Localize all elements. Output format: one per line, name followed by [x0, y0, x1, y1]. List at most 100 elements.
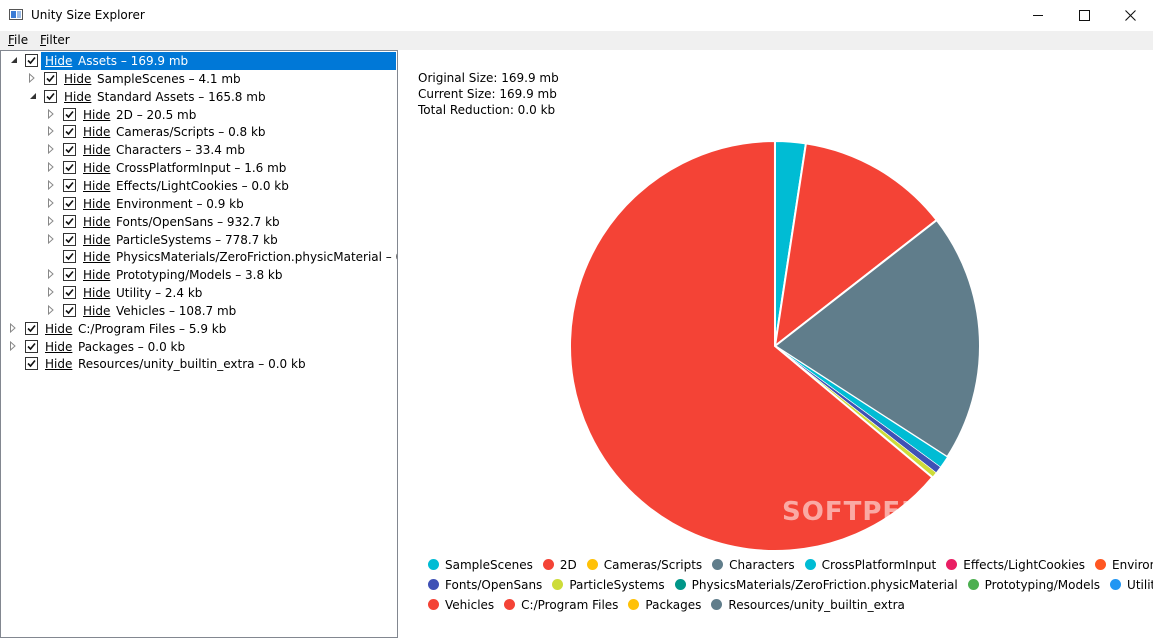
maximize-button[interactable]	[1061, 0, 1107, 31]
include-checkbox[interactable]	[44, 89, 57, 103]
minimize-icon	[1033, 15, 1043, 16]
expand-arrow-icon[interactable]	[48, 304, 54, 315]
tree-row[interactable]: Hide PhysicsMaterials/ZeroFriction.physic…	[1, 248, 397, 266]
expand-arrow-icon[interactable]	[48, 197, 54, 208]
hide-link[interactable]: Hide	[45, 340, 72, 354]
tree-row[interactable]: Hide Utility – 2.4 kb	[1, 284, 397, 302]
hide-link[interactable]: Hide	[83, 215, 110, 229]
include-checkbox[interactable]	[63, 125, 76, 139]
include-checkbox[interactable]	[63, 143, 76, 157]
include-checkbox[interactable]	[63, 214, 76, 228]
expand-arrow-icon[interactable]	[48, 108, 54, 119]
tree-row-label: PhysicsMaterials/ZeroFriction.physicMate…	[116, 250, 397, 265]
tree-row[interactable]: Hide Standard Assets – 165.8 mb	[1, 88, 397, 106]
tree-row[interactable]: Hide Fonts/OpenSans – 932.7 kb	[1, 213, 397, 231]
checkmark-icon	[65, 181, 74, 190]
include-checkbox[interactable]	[63, 107, 76, 121]
hide-link[interactable]: Hide	[83, 161, 110, 175]
tree-row[interactable]: Hide 2D – 20.5 mb	[1, 106, 397, 124]
checkmark-icon	[46, 92, 55, 100]
expand-arrow-icon[interactable]	[48, 126, 54, 137]
hide-link[interactable]: Hide	[64, 72, 91, 86]
tree-row-label: C:/Program Files – 5.9 kb	[78, 321, 227, 336]
menu-file[interactable]: File	[8, 33, 28, 47]
tree-row[interactable]: Hide ParticleSystems – 778.7 kb	[1, 231, 397, 249]
tree-row-label: Utility – 2.4 kb	[116, 286, 203, 301]
hide-link[interactable]: Hide	[83, 143, 110, 157]
tree-row[interactable]: Hide Characters – 33.4 mb	[1, 141, 397, 159]
hide-link[interactable]: Hide	[83, 108, 110, 122]
checkmark-icon	[27, 342, 36, 350]
tree-row-label: Packages – 0.0 kb	[78, 339, 186, 354]
legend-label: Effects/LightCookies	[963, 558, 1086, 572]
expand-arrow-icon[interactable]	[48, 269, 54, 280]
hide-link[interactable]: Hide	[45, 357, 72, 371]
include-checkbox[interactable]	[44, 71, 57, 85]
legend-swatch	[967, 579, 979, 590]
include-checkbox[interactable]	[25, 54, 38, 67]
asset-tree[interactable]: Hide Assets – 169.9 mb Hide SampleScenes – …	[0, 50, 398, 638]
include-checkbox[interactable]	[63, 232, 76, 246]
hide-link[interactable]: Hide	[83, 197, 110, 211]
include-checkbox[interactable]	[25, 357, 38, 371]
expand-arrow-icon[interactable]	[48, 162, 54, 173]
hide-link[interactable]: Hide	[83, 304, 110, 318]
expand-arrow-icon[interactable]	[29, 72, 35, 83]
checkmark-icon	[65, 253, 74, 261]
tree-row[interactable]: Hide Vehicles – 108.7 mb	[1, 302, 397, 320]
include-checkbox[interactable]	[63, 268, 76, 282]
expand-arrow-icon[interactable]	[48, 233, 54, 244]
legend-swatch	[674, 579, 686, 590]
legend-label: CrossPlatformInput	[821, 558, 937, 572]
expand-arrow-icon[interactable]	[48, 215, 54, 226]
collapse-arrow-icon[interactable]	[10, 55, 17, 65]
hide-link[interactable]: Hide	[83, 268, 110, 282]
tree-row[interactable]: Hide Assets – 169.9 mb	[1, 52, 397, 70]
include-checkbox[interactable]	[63, 161, 76, 175]
close-button[interactable]	[1107, 0, 1153, 31]
expand-arrow-icon[interactable]	[48, 179, 54, 190]
hide-link[interactable]: Hide	[83, 250, 110, 264]
menu-filter[interactable]: Filter	[40, 33, 70, 47]
expand-arrow-icon[interactable]	[48, 287, 54, 298]
tree-row[interactable]: Hide Packages – 0.0 kb	[1, 338, 397, 356]
legend-label: Resources/unity_builtin_extra	[728, 598, 905, 612]
hide-link[interactable]: Hide	[83, 179, 110, 193]
hide-link[interactable]: Hide	[45, 54, 72, 68]
tree-row-label: Fonts/OpenSans – 932.7 kb	[116, 214, 280, 229]
tree-row[interactable]: Hide C:/Program Files – 5.9 kb	[1, 320, 397, 338]
legend-label: Prototyping/Models	[984, 578, 1101, 592]
legend-item: SampleScenes	[428, 558, 533, 572]
tree-row[interactable]: Hide Effects/LightCookies – 0.0 kb	[1, 177, 397, 195]
checkmark-icon	[46, 74, 55, 83]
checkmark-icon	[65, 306, 74, 315]
hide-link[interactable]: Hide	[83, 286, 110, 300]
legend-label: Characters	[729, 558, 795, 572]
include-checkbox[interactable]	[63, 303, 76, 317]
include-checkbox[interactable]	[63, 178, 76, 192]
include-checkbox[interactable]	[63, 196, 76, 210]
tree-row[interactable]: Hide Prototyping/Models – 3.8 kb	[1, 266, 397, 284]
hide-link[interactable]: Hide	[83, 125, 110, 139]
hide-link[interactable]: Hide	[83, 233, 110, 247]
tree-row[interactable]: Hide Environment – 0.9 kb	[1, 195, 397, 213]
include-checkbox[interactable]	[63, 286, 76, 300]
include-checkbox[interactable]	[25, 321, 38, 335]
minimize-button[interactable]	[1015, 0, 1061, 31]
legend-swatch	[712, 559, 724, 570]
hide-link[interactable]: Hide	[64, 90, 91, 104]
hide-link[interactable]: Hide	[45, 322, 72, 336]
legend-label: Fonts/OpenSans	[445, 578, 543, 592]
expand-arrow-icon[interactable]	[10, 322, 16, 333]
tree-row[interactable]: Hide SampleScenes – 4.1 mb	[1, 70, 397, 88]
legend-swatch	[804, 559, 816, 570]
expand-arrow-icon[interactable]	[10, 340, 16, 351]
tree-row[interactable]: Hide Resources/unity_builtin_extra – 0.0 …	[1, 355, 397, 373]
expand-arrow-icon[interactable]	[48, 144, 54, 155]
collapse-arrow-icon[interactable]	[29, 91, 36, 101]
include-checkbox[interactable]	[63, 250, 76, 264]
tree-row[interactable]: Hide Cameras/Scripts – 0.8 kb	[1, 123, 397, 141]
include-checkbox[interactable]	[25, 339, 38, 353]
legend-label: Cameras/Scripts	[603, 558, 703, 572]
tree-row[interactable]: Hide CrossPlatformInput – 1.6 mb	[1, 159, 397, 177]
